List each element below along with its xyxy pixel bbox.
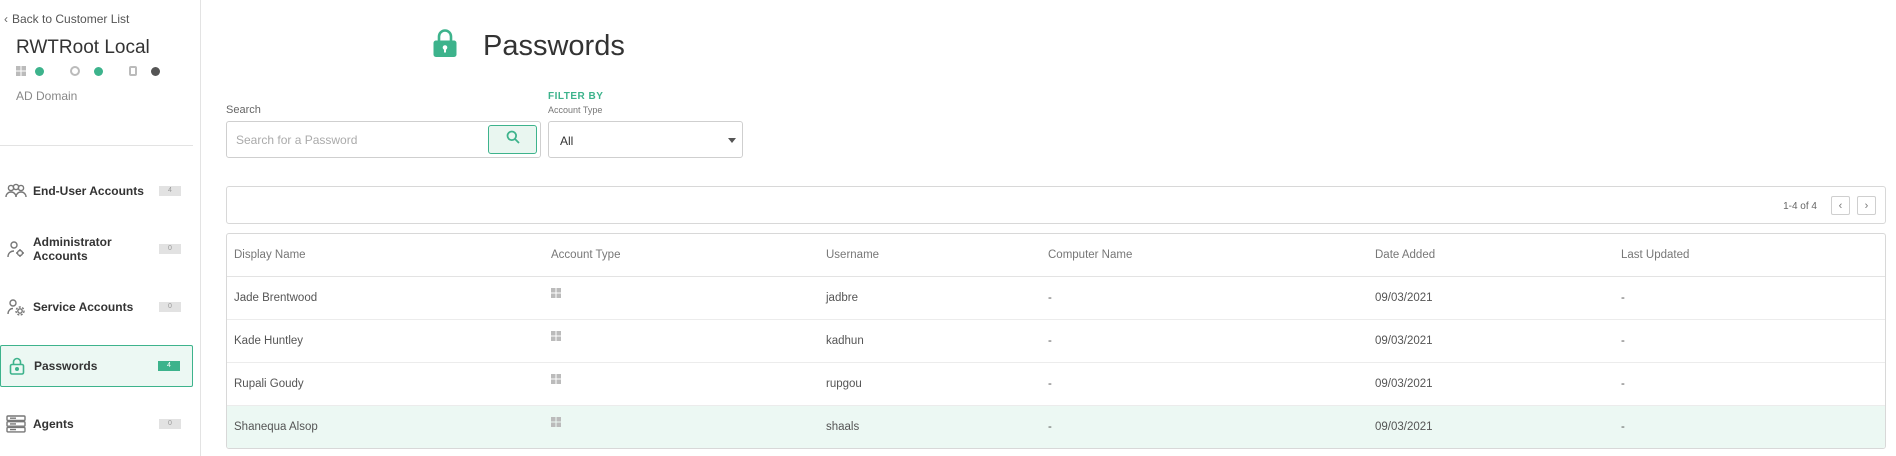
cell-account-type xyxy=(544,276,819,320)
count-badge: 0 xyxy=(159,244,181,254)
chevron-left-icon: ‹ xyxy=(4,12,8,26)
back-link-label: Back to Customer List xyxy=(12,12,130,26)
sidebar-item-label: Agents xyxy=(33,417,74,431)
cell-computer-name: - xyxy=(1041,319,1368,363)
count-badge: 0 xyxy=(159,302,181,312)
admin-user-icon xyxy=(5,240,27,258)
search-label: Search xyxy=(226,104,261,116)
cell-last-updated: - xyxy=(1614,362,1885,406)
filter-account-type-label: Account Type xyxy=(548,105,603,115)
sidebar-item-end-user-accounts[interactable]: End-User Accounts 4 xyxy=(0,170,193,212)
search-icon xyxy=(506,130,520,149)
caret-down-icon xyxy=(728,138,736,143)
cell-username: jadbre xyxy=(819,276,1041,320)
cell-display-name: Rupali Goudy xyxy=(227,362,544,406)
table-row[interactable]: Kade Huntley kadhun - 09/03/2021 - xyxy=(227,319,1885,363)
cell-date-added: 09/03/2021 xyxy=(1368,276,1614,320)
cell-last-updated: - xyxy=(1614,319,1885,363)
cell-computer-name: - xyxy=(1041,362,1368,406)
previous-page-button[interactable]: ‹ xyxy=(1831,196,1850,215)
cell-account-type xyxy=(544,362,819,406)
search-box xyxy=(226,121,541,158)
cell-last-updated: - xyxy=(1614,276,1885,320)
cell-account-type xyxy=(544,319,819,363)
cell-display-name: Jade Brentwood xyxy=(227,276,544,320)
status-dot-dark xyxy=(151,66,160,76)
sidebar-item-administrator-accounts[interactable]: Administrator Accounts 0 xyxy=(0,228,193,270)
column-header-computer-name[interactable]: Computer Name xyxy=(1041,234,1368,277)
status-dot-green xyxy=(94,66,103,76)
filter-by-heading: FILTER BY xyxy=(548,91,604,102)
sidebar-item-label: End-User Accounts xyxy=(33,184,144,198)
column-header-display-name[interactable]: Display Name xyxy=(227,234,544,277)
account-type-selected-value: All xyxy=(560,134,574,148)
table-row[interactable]: Rupali Goudy rupgou - 09/03/2021 - xyxy=(227,362,1885,406)
device-icon xyxy=(129,66,137,76)
count-badge: 0 xyxy=(159,419,181,429)
cell-username: rupgou xyxy=(819,362,1041,406)
windows-icon xyxy=(16,66,26,76)
chevron-right-icon: › xyxy=(1864,199,1869,212)
sidebar-item-agents[interactable]: Agents 0 xyxy=(0,403,193,445)
cell-username: shaals xyxy=(819,405,1041,448)
chevron-left-icon: ‹ xyxy=(1838,199,1843,212)
passwords-table: Display Name Account Type Username Compu… xyxy=(226,233,1886,449)
column-header-date-added[interactable]: Date Added xyxy=(1368,234,1614,277)
windows-icon xyxy=(551,417,561,427)
cell-computer-name: - xyxy=(1041,276,1368,320)
table-header-row: Display Name Account Type Username Compu… xyxy=(227,234,1885,277)
pagination-bar: 1-4 of 4 ‹ › xyxy=(226,186,1886,224)
lock-icon xyxy=(432,28,458,58)
windows-icon xyxy=(551,374,561,384)
search-button[interactable] xyxy=(488,125,537,154)
customer-name: RWTRoot Local xyxy=(16,37,150,58)
server-icon xyxy=(5,415,27,433)
column-header-last-updated[interactable]: Last Updated xyxy=(1614,234,1885,277)
sidebar-item-label: Service Accounts xyxy=(33,300,134,314)
user-circle-icon xyxy=(70,66,80,76)
next-page-button[interactable]: › xyxy=(1857,196,1876,215)
cell-display-name: Shanequa Alsop xyxy=(227,405,544,448)
windows-icon xyxy=(551,288,561,298)
service-gear-icon xyxy=(5,298,27,316)
back-to-customer-list-link[interactable]: ‹ Back to Customer List xyxy=(4,12,129,26)
cell-computer-name: - xyxy=(1041,405,1368,448)
pagination-text: 1-4 of 4 xyxy=(1783,201,1817,212)
column-header-username[interactable]: Username xyxy=(819,234,1041,277)
search-input[interactable] xyxy=(236,122,486,157)
domain-label: AD Domain xyxy=(16,89,78,103)
cell-username: kadhun xyxy=(819,319,1041,363)
sidebar-item-passwords[interactable]: Passwords 4 xyxy=(0,345,193,387)
cell-date-added: 09/03/2021 xyxy=(1368,405,1614,448)
sidebar: ‹ Back to Customer List RWTRoot Local AD… xyxy=(0,0,201,456)
page-title: Passwords xyxy=(483,30,625,62)
sidebar-item-label: Administrator Accounts xyxy=(33,235,112,263)
count-badge: 4 xyxy=(159,186,181,196)
table-row-selected[interactable]: Shanequa Alsop shaals - 09/03/2021 - xyxy=(227,405,1885,448)
cell-date-added: 09/03/2021 xyxy=(1368,319,1614,363)
windows-icon xyxy=(551,331,561,341)
lock-icon xyxy=(6,357,28,375)
sidebar-item-service-accounts[interactable]: Service Accounts 0 xyxy=(0,286,193,328)
table-row[interactable]: Jade Brentwood jadbre - 09/03/2021 - xyxy=(227,276,1885,320)
count-badge: 4 xyxy=(158,361,180,371)
cell-last-updated: - xyxy=(1614,405,1885,448)
column-header-account-type[interactable]: Account Type xyxy=(544,234,819,277)
users-icon xyxy=(5,182,27,200)
cell-date-added: 09/03/2021 xyxy=(1368,362,1614,406)
cell-display-name: Kade Huntley xyxy=(227,319,544,363)
cell-account-type xyxy=(544,405,819,448)
status-dot-green xyxy=(35,66,44,76)
account-type-select[interactable]: All xyxy=(548,121,743,158)
sidebar-item-label: Passwords xyxy=(34,359,98,373)
status-icons xyxy=(16,66,160,76)
divider xyxy=(0,145,193,146)
